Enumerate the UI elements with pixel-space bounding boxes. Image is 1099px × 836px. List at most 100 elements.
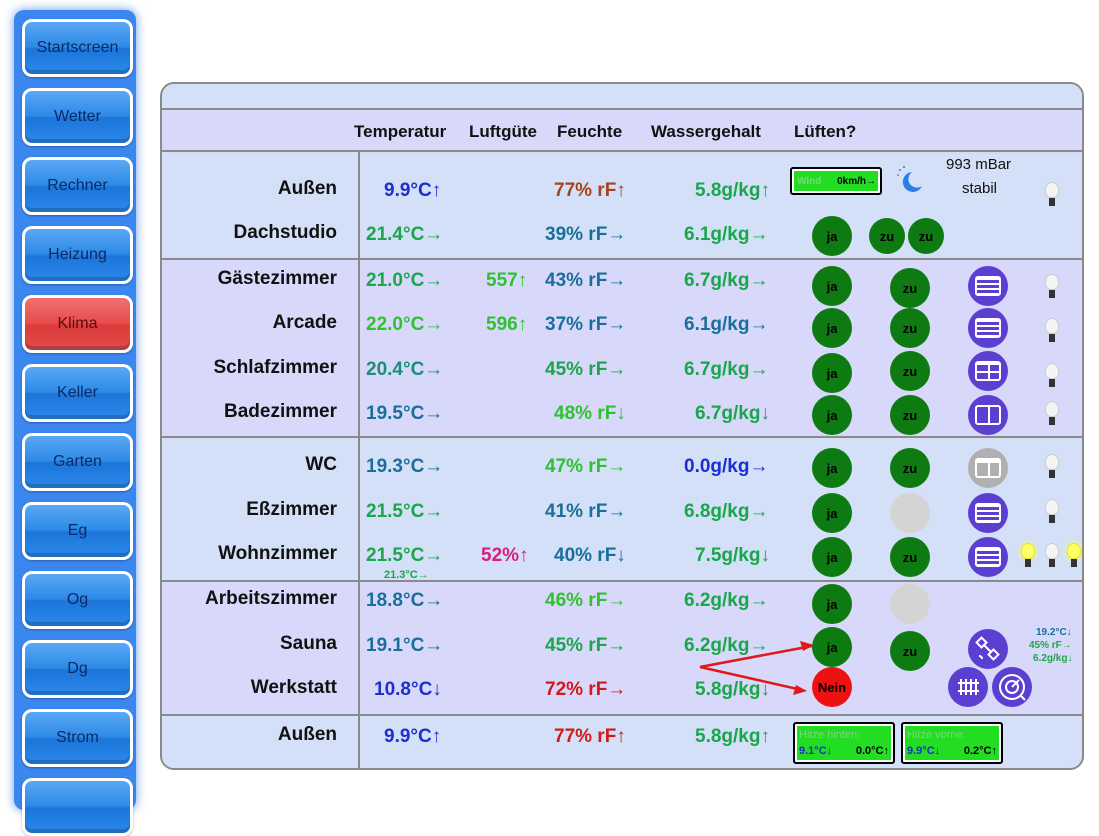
vent-indicator[interactable]: ja [812, 584, 852, 624]
radiator-icon[interactable] [948, 667, 988, 707]
window-state-unknown[interactable] [890, 584, 930, 624]
window-state[interactable]: zu [890, 631, 930, 671]
vent-indicator[interactable]: ja [812, 216, 852, 256]
nav-eg[interactable]: Eg [22, 502, 133, 560]
nav-label: Heizung [48, 246, 107, 263]
bulb-icon[interactable] [1044, 182, 1060, 208]
window-icon[interactable] [968, 351, 1008, 391]
row-arbeitszimmer: Arbeitszimmer 18.8°C→ 46% rF→ 6.2g/kg→ j… [162, 584, 1082, 632]
bulb-icon[interactable] [1044, 454, 1060, 480]
air-value: 557↑ [486, 270, 528, 291]
humidity-value: 37% rF→ [545, 314, 627, 335]
vent-indicator[interactable]: ja [812, 448, 852, 488]
bulb-icon[interactable] [1044, 318, 1060, 344]
window-state-label: zu [902, 407, 918, 423]
water-value: 6.7g/kg→ [684, 270, 769, 291]
bulb-icon[interactable] [1044, 499, 1060, 525]
row-werkstatt: Werkstatt 10.8°C↓ 72% rF→ 5.8g/kg↓ Nein [162, 667, 1082, 721]
window-icon[interactable] [968, 537, 1008, 577]
window-icon[interactable] [968, 308, 1008, 348]
water-value: 7.5g/kg↓ [695, 545, 770, 566]
vent-indicator[interactable]: ja [812, 266, 852, 306]
window-icon[interactable] [968, 448, 1008, 488]
satellite-icon[interactable] [968, 629, 1008, 669]
bulb-icon[interactable] [1044, 274, 1060, 300]
window-state[interactable]: zu [890, 308, 930, 348]
vent-indicator[interactable]: ja [812, 395, 852, 435]
nav-label: Strom [56, 729, 99, 746]
temp-value: 19.1°C→ [366, 635, 444, 656]
air-value: 52%↑ [481, 545, 529, 566]
vent-label: ja [826, 228, 838, 244]
col-feuchte: Feuchte [557, 122, 623, 141]
water-value: 6.7g/kg→ [684, 359, 769, 380]
humidity-value: 77% rF↑ [554, 726, 626, 747]
row-arcade: Arcade 22.0°C→ 596↑ 37% rF→ 6.1g/kg→ ja … [162, 308, 1082, 356]
temp-value: 9.9°C↑ [384, 180, 442, 201]
nav-strom[interactable]: Strom [22, 709, 133, 767]
nav-dg[interactable]: Dg [22, 640, 133, 698]
window-state[interactable]: zu [890, 537, 930, 577]
window-state-label: zu [902, 549, 918, 565]
bulb-icon-on[interactable] [1066, 543, 1082, 569]
nav-og[interactable]: Og [22, 571, 133, 629]
nav-label: Startscreen [36, 39, 119, 56]
room-name: Dachstudio [233, 222, 337, 243]
window-state[interactable]: zu [890, 448, 930, 488]
room-name: Badezimmer [224, 401, 337, 422]
room-name: Außen [277, 724, 337, 745]
window-state[interactable]: zu [890, 395, 930, 435]
gauge-icon[interactable] [992, 667, 1032, 707]
pressure-value: 993 mBar [946, 156, 1012, 173]
water-value: 6.1g/kg→ [684, 314, 769, 335]
vent-indicator[interactable]: ja [812, 493, 852, 533]
room-name: WC [305, 454, 337, 475]
window-state-label: zu [879, 228, 895, 244]
bulb-icon[interactable] [1044, 401, 1060, 427]
vent-indicator[interactable]: ja [812, 308, 852, 348]
window-state-1[interactable]: zu [869, 218, 905, 254]
vent-indicator-alert[interactable]: Nein [812, 667, 852, 707]
humidity-value: 40% rF↓ [554, 545, 626, 566]
wind-value: 0km/h→ [837, 176, 876, 187]
row-wc: WC 19.3°C→ 47% rF→ 0.0g/kg→ ja zu [162, 448, 1082, 498]
window-state-unknown[interactable] [890, 493, 930, 533]
row-aussen: Außen 9.9°C↑ 77% rF↑ 5.8g/kg↑ [162, 178, 1082, 222]
row-wohnzimmer: Wohnzimmer 21.5°C→ 21.3°C→ 52%↑ 40% rF↓ … [162, 537, 1082, 587]
side-temp: 19.2°C↓ [1036, 627, 1072, 638]
vent-label: ja [826, 365, 838, 381]
nav-startscreen[interactable]: Startscreen [22, 19, 133, 77]
window-state[interactable]: zu [890, 268, 930, 308]
window-state-label: zu [902, 280, 918, 296]
water-value: 6.7g/kg↓ [695, 403, 770, 424]
humidity-value: 39% rF→ [545, 224, 627, 245]
vent-indicator[interactable]: ja [812, 353, 852, 393]
nav-klima[interactable]: Klima [22, 295, 133, 353]
humidity-value: 45% rF→ [545, 359, 627, 380]
nav-more[interactable] [22, 778, 133, 836]
nav-label: Dg [67, 660, 88, 677]
row-sauna: Sauna 19.1°C→ 45% rF→ 6.2g/kg→ ja zu 19.… [162, 627, 1082, 677]
row-gaestezimmer: Gästezimmer 21.0°C→ 557↑ 43% rF→ 6.7g/kg… [162, 266, 1082, 312]
nav-wetter[interactable]: Wetter [22, 88, 133, 146]
window-state[interactable]: zu [890, 351, 930, 391]
vent-indicator[interactable]: ja [812, 537, 852, 577]
window-state-2[interactable]: zu [908, 218, 944, 254]
nav-heizung[interactable]: Heizung [22, 226, 133, 284]
bulb-icon[interactable] [1044, 363, 1060, 389]
nav-keller[interactable]: Keller [22, 364, 133, 422]
heat-rear-display: Hitze hinten: 9.1°C↓ 0.0°C↑ [793, 722, 895, 764]
nav-rechner[interactable]: Rechner [22, 157, 133, 215]
window-icon[interactable] [968, 493, 1008, 533]
heat-rear-t2: 0.0°C↑ [855, 745, 889, 757]
nav-garten[interactable]: Garten [22, 433, 133, 491]
window-icon[interactable] [968, 266, 1008, 306]
col-lueften: Lüften? [794, 122, 857, 141]
temp-value: 21.4°C→ [366, 224, 444, 245]
humidity-value: 46% rF→ [545, 590, 627, 611]
temp-value: 10.8°C↓ [374, 679, 442, 700]
window-icon[interactable] [968, 395, 1008, 435]
bulb-icon[interactable] [1044, 543, 1060, 569]
bulb-icon-on[interactable] [1020, 543, 1036, 569]
vent-indicator[interactable]: ja [812, 627, 852, 667]
